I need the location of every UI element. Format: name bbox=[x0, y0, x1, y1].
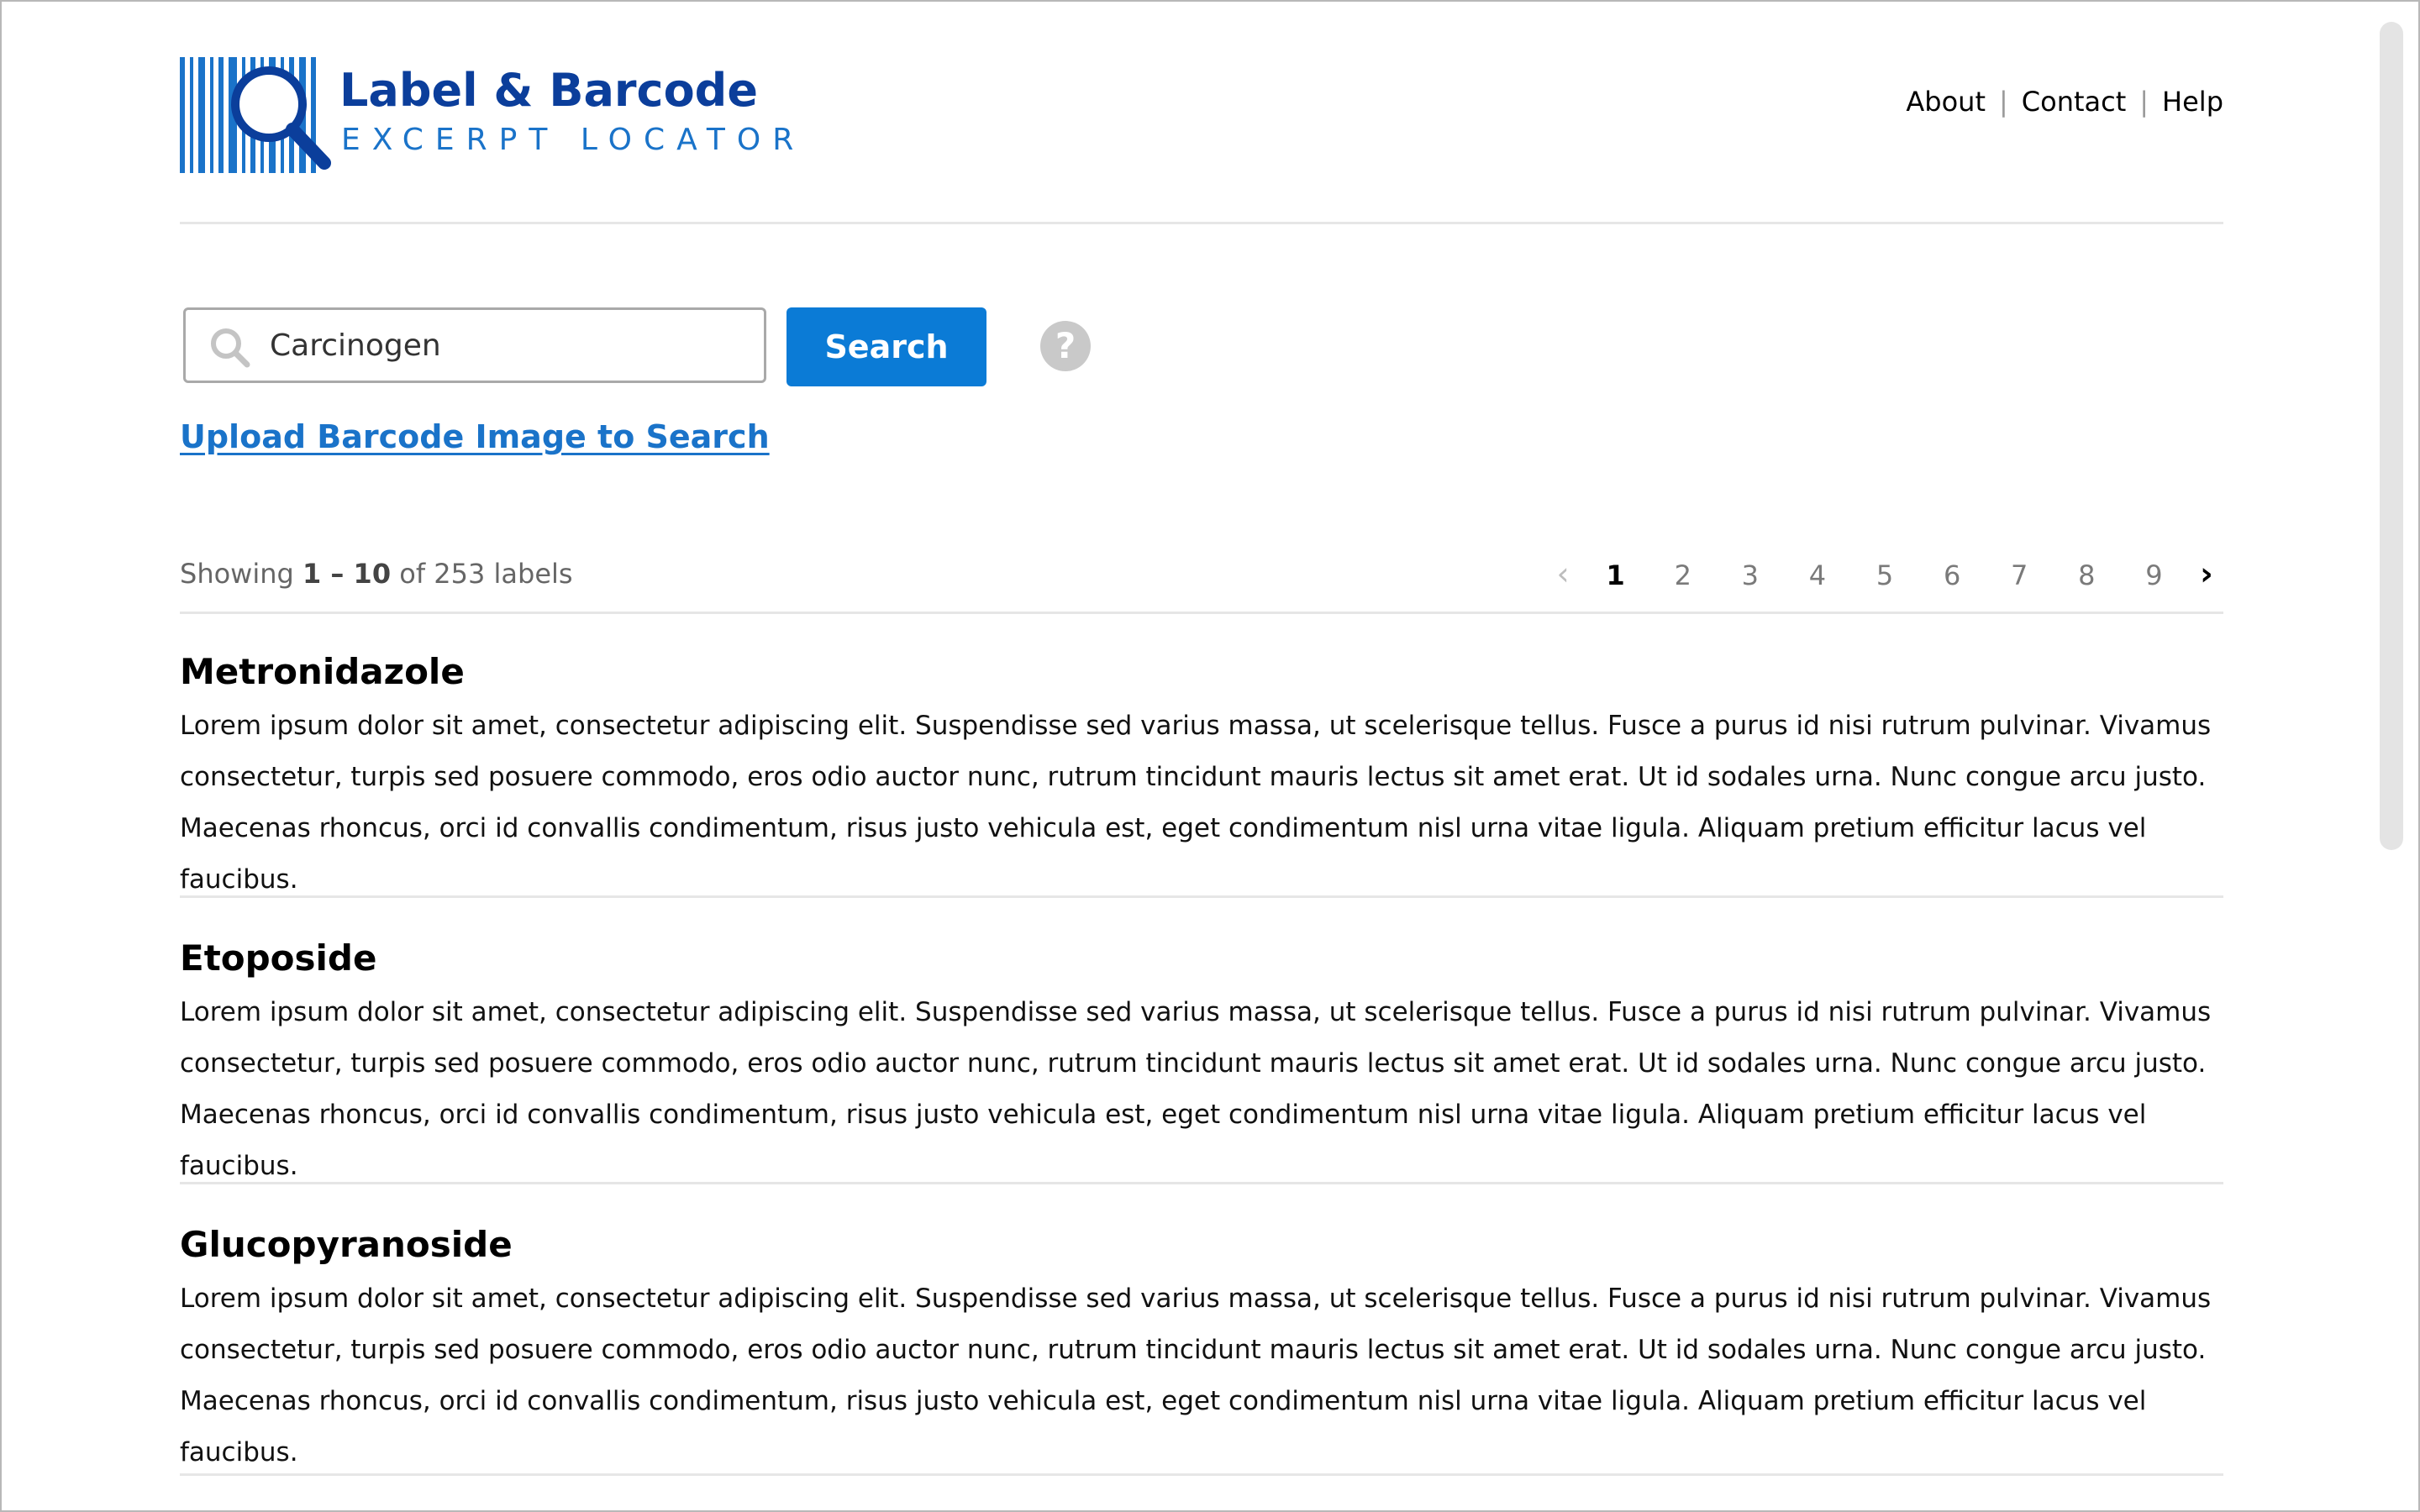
logo-title: Label & Barcode bbox=[339, 64, 758, 117]
nav-help-link[interactable]: Help bbox=[2162, 86, 2223, 118]
search-button[interactable]: Search bbox=[786, 307, 986, 386]
page-link-4[interactable]: 4 bbox=[1786, 556, 1849, 595]
page-link-9[interactable]: 9 bbox=[2123, 556, 2186, 595]
page-link-7[interactable]: 7 bbox=[1988, 556, 2051, 595]
browser-page: Label & Barcode EXCERPT LOCATOR About | Co… bbox=[0, 0, 2420, 1512]
pagination-next-icon[interactable]: › bbox=[2190, 554, 2223, 593]
nav-separator: | bbox=[2139, 86, 2149, 118]
upload-barcode-link[interactable]: Upload Barcode Image to Search bbox=[180, 418, 770, 455]
results-divider bbox=[180, 612, 2223, 614]
header-divider bbox=[180, 222, 2223, 224]
pagination: ‹ 1 2 3 4 5 6 7 8 9 › bbox=[1546, 554, 2223, 593]
result-divider bbox=[180, 895, 2223, 898]
pagination-prev-icon[interactable]: ‹ bbox=[1546, 554, 1580, 593]
nav-contact-link[interactable]: Contact bbox=[2022, 86, 2127, 118]
page-link-6[interactable]: 6 bbox=[1921, 556, 1984, 595]
search-icon bbox=[211, 328, 250, 368]
logo[interactable]: Label & Barcode EXCERPT LOCATOR bbox=[180, 55, 793, 175]
results-range: 1 – 10 bbox=[302, 558, 392, 590]
logo-subtitle: EXCERPT LOCATOR bbox=[341, 123, 806, 157]
result-item: Metronidazole Lorem ipsum dolor sit amet… bbox=[180, 648, 2223, 906]
result-description: Lorem ipsum dolor sit amet, consectetur … bbox=[180, 1284, 2212, 1467]
results-count-suffix: of 253 labels bbox=[399, 558, 573, 590]
header: Label & Barcode EXCERPT LOCATOR About | Co… bbox=[180, 55, 2223, 175]
help-icon[interactable]: ? bbox=[1040, 321, 1091, 371]
result-item: Glucopyranoside Lorem ipsum dolor sit am… bbox=[180, 1221, 2223, 1478]
search-field[interactable] bbox=[183, 307, 766, 383]
page-link-2[interactable]: 2 bbox=[1651, 556, 1714, 595]
result-item: Etoposide Lorem ipsum dolor sit amet, co… bbox=[180, 935, 2223, 1192]
result-title[interactable]: Etoposide bbox=[180, 935, 2223, 982]
result-divider bbox=[180, 1182, 2223, 1184]
results-count: Showing 1 – 10 of 253 labels bbox=[180, 558, 573, 590]
result-title[interactable]: Metronidazole bbox=[180, 648, 2223, 696]
page-link-5[interactable]: 5 bbox=[1854, 556, 1917, 595]
page-link-3[interactable]: 3 bbox=[1718, 556, 1781, 595]
result-title[interactable]: Glucopyranoside bbox=[180, 1221, 2223, 1268]
result-description: Lorem ipsum dolor sit amet, consectetur … bbox=[180, 997, 2212, 1181]
barcode-magnifier-icon bbox=[180, 57, 331, 173]
result-description: Lorem ipsum dolor sit amet, consectetur … bbox=[180, 711, 2212, 895]
page-link-8[interactable]: 8 bbox=[2055, 556, 2118, 595]
top-navigation: About | Contact | Help bbox=[1906, 86, 2223, 118]
scrollbar[interactable] bbox=[2380, 22, 2403, 850]
result-divider bbox=[180, 1473, 2223, 1476]
page-link-1[interactable]: 1 bbox=[1584, 556, 1647, 595]
nav-separator: | bbox=[1998, 86, 2008, 118]
results-count-prefix: Showing bbox=[180, 558, 294, 590]
nav-about-link[interactable]: About bbox=[1906, 86, 1986, 118]
search-input[interactable] bbox=[270, 320, 749, 370]
